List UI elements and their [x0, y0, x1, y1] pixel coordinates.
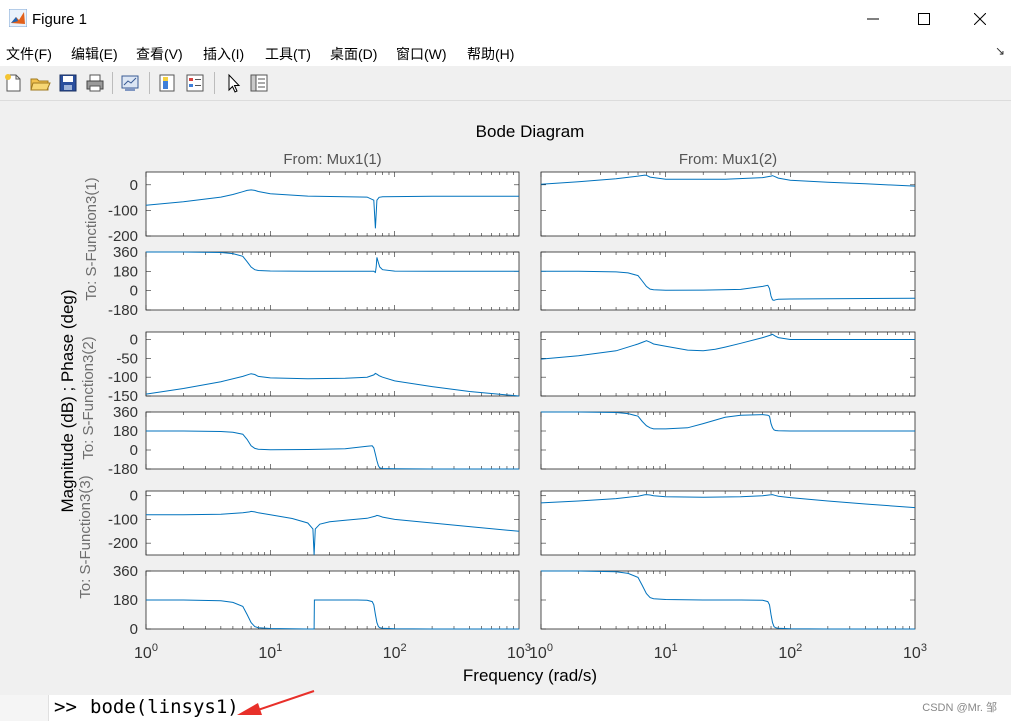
- x-tick-label: 101: [258, 642, 282, 662]
- toolbar: [0, 66, 1011, 101]
- insert-legend-icon[interactable]: [184, 72, 206, 94]
- y-tick-label: 180: [113, 263, 138, 280]
- pointer-icon[interactable]: [222, 72, 244, 94]
- y-tick-label: -100: [108, 369, 138, 386]
- x-tick-label: 103: [507, 642, 531, 662]
- matlab-logo-icon: [9, 9, 27, 27]
- menu-insert[interactable]: 插入(I): [203, 44, 244, 64]
- x-tick-label: 100: [134, 642, 158, 662]
- row-label: To: S-Function3(3): [77, 475, 94, 598]
- y-tick-label: 0: [130, 488, 138, 505]
- axes-frame: [145, 171, 520, 237]
- insert-colorbar-icon[interactable]: [156, 72, 178, 94]
- open-file-icon[interactable]: [29, 72, 51, 94]
- x-tick-label: 101: [654, 642, 678, 662]
- minimize-icon: [867, 18, 879, 20]
- maximize-button[interactable]: [901, 0, 947, 38]
- toolbar-separator: [214, 72, 215, 94]
- y-tick-label: 0: [130, 177, 138, 194]
- x-tick-label: 102: [383, 642, 407, 662]
- x-axis-label: Frequency (rad/s): [463, 666, 597, 685]
- command-window: >> bode(linsys1) CSDN @Mr. 邹: [0, 695, 1011, 721]
- y-tick-label: 0: [130, 332, 138, 349]
- column-header: From: Mux1(2): [679, 151, 777, 168]
- minimize-button[interactable]: [850, 0, 896, 38]
- y-tick-label: 180: [113, 423, 138, 440]
- y-tick-label: -200: [108, 228, 138, 245]
- chart-title: Bode Diagram: [476, 122, 585, 141]
- y-tick-label: -50: [116, 350, 138, 367]
- menu-edit[interactable]: 编辑(E): [71, 44, 118, 64]
- link-plot-icon[interactable]: [119, 72, 141, 94]
- axes-frame: [540, 251, 916, 311]
- axes-frame: [540, 411, 916, 470]
- toolbar-separator: [149, 72, 150, 94]
- x-tick-label: 102: [778, 642, 802, 662]
- save-icon[interactable]: [57, 72, 79, 94]
- figure-canvas: Bode Diagram From: Mux1(1) From: Mux1(2) 0-…: [0, 101, 1011, 695]
- axes-frame: [145, 331, 520, 397]
- print-icon[interactable]: [84, 72, 106, 94]
- y-tick-label: -180: [108, 302, 138, 319]
- command-prompt: >>: [54, 696, 77, 718]
- property-inspector-icon[interactable]: [248, 72, 270, 94]
- maximize-icon: [918, 13, 930, 25]
- y-tick-label: 180: [113, 592, 138, 609]
- y-tick-label: 0: [130, 283, 138, 300]
- y-tick-label: -100: [108, 202, 138, 219]
- axes-frame: [145, 490, 520, 556]
- y-tick-label: 360: [113, 244, 138, 261]
- command-gutter: [0, 695, 49, 721]
- toolbar-separator: [112, 72, 113, 94]
- new-figure-icon[interactable]: [2, 72, 24, 94]
- axes-frame: [540, 490, 916, 556]
- y-tick-label: -180: [108, 461, 138, 478]
- close-button[interactable]: [957, 0, 1003, 38]
- x-tick-label: 100: [529, 642, 553, 662]
- watermark: CSDN @Mr. 邹: [922, 702, 997, 714]
- row-label: To: S-Function3(2): [80, 336, 97, 459]
- menu-view[interactable]: 查看(V): [136, 44, 183, 64]
- menu-bar: 文件(F) 编辑(E) 查看(V) 插入(I) 工具(T) 桌面(D) 窗口(W…: [0, 38, 1011, 66]
- row-label: To: S-Function3(1): [83, 177, 100, 300]
- y-tick-label: -150: [108, 388, 138, 405]
- window-title: Figure 1: [32, 11, 88, 28]
- y-tick-label: -200: [108, 535, 138, 552]
- bode-chart: Bode DiagramFrom: Mux1(1) From: Mux1(2)0-…: [58, 122, 927, 685]
- axes-frame: [540, 171, 916, 237]
- y-tick-label: 0: [130, 621, 138, 638]
- close-icon: [974, 13, 986, 25]
- axes-frame: [145, 411, 520, 470]
- menu-window[interactable]: 窗口(W): [396, 44, 447, 64]
- y-axis-label: Magnitude (dB) ; Phase (deg): [58, 289, 77, 512]
- menu-tools[interactable]: 工具(T): [265, 44, 311, 64]
- y-tick-label: -100: [108, 511, 138, 528]
- y-tick-label: 360: [113, 404, 138, 421]
- y-tick-label: 0: [130, 442, 138, 459]
- menu-help[interactable]: 帮助(H): [467, 44, 514, 64]
- menu-desktop[interactable]: 桌面(D): [330, 44, 377, 64]
- dock-arrow-icon[interactable]: ↘: [995, 44, 1005, 58]
- x-tick-label: 103: [903, 642, 927, 662]
- title-bar: Figure 1: [0, 0, 1011, 38]
- axes-frame: [145, 251, 520, 311]
- menu-file[interactable]: 文件(F): [6, 44, 52, 64]
- axes-frame: [540, 331, 916, 397]
- y-tick-label: 360: [113, 563, 138, 580]
- command-input[interactable]: bode(linsys1): [90, 696, 239, 718]
- column-header: From: Mux1(1): [283, 151, 381, 168]
